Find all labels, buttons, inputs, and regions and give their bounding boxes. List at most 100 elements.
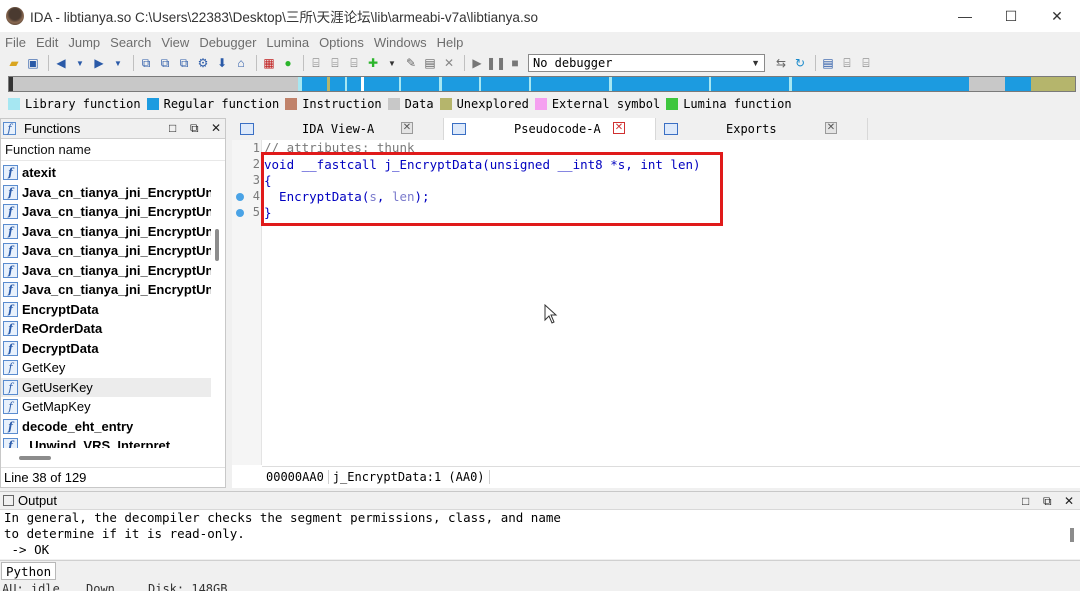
xref-dropdown-icon[interactable]: ▼ [384,55,400,71]
debug-options-icon[interactable]: ⇆ [773,55,789,71]
navigation-band[interactable] [8,76,1076,92]
tab-ida-view-a[interactable]: IDA View-A ✕ [232,118,444,140]
tab-label: Exports [726,122,777,136]
tab-pseudocode-a[interactable]: Pseudocode-A ✕ [444,118,656,140]
close-icon[interactable]: ✕ [401,122,413,134]
menu-lumina[interactable]: Lumina [261,35,314,50]
output-panel-title: Output [18,493,58,508]
tab-exports[interactable]: Exports ✕ [656,118,868,140]
segments-icon[interactable]: ▤ [820,55,836,71]
menu-view[interactable]: View [156,35,194,50]
status-direction: Down [86,582,115,591]
close-button[interactable]: ✕ [1034,0,1080,32]
close-icon[interactable]: ✕ [825,122,837,134]
panel-minimize-icon[interactable]: □ [1022,494,1029,508]
stop-icon[interactable]: ■ [507,55,523,71]
menu-options[interactable]: Options [314,35,369,50]
copy-icon[interactable]: ⧉ [138,55,154,71]
open-icon[interactable]: ▰ [6,55,22,71]
function-row[interactable]: f decode_eht_entry [1,417,211,437]
names-icon[interactable]: ⌸ [839,55,855,71]
nav-cursor-marker [9,77,13,91]
function-row[interactable]: f _Unwind_VRS_Interpret [1,436,211,448]
nav-segment-library [439,77,442,91]
graph-icon[interactable]: ⌂ [233,55,249,71]
function-row[interactable]: f EncryptData [1,300,211,320]
back-dropdown-icon[interactable]: ▼ [72,55,88,71]
menu-help[interactable]: Help [432,35,469,50]
scrollbar-thumb[interactable] [215,229,219,261]
function-name-column-header[interactable]: Function name [1,139,225,161]
function-row[interactable]: f Java_cn_tianya_jni_EncryptUni [1,241,211,261]
back-icon[interactable]: ◀ [53,55,69,71]
run-green-icon[interactable]: ● [280,55,296,71]
functions-horizontal-scrollbar[interactable] [19,456,51,460]
paste-icon[interactable]: ⧉ [157,55,173,71]
struct-icon[interactable]: ⌸ [327,55,343,71]
function-row[interactable]: f Java_cn_tianya_jni_EncryptUni [1,183,211,203]
function-row[interactable]: f Java_cn_tianya_jni_EncryptUni [1,280,211,300]
function-row[interactable]: f DecryptData [1,339,211,359]
minimize-button[interactable]: — [942,0,988,32]
panel-float-icon[interactable]: ⧉ [1043,494,1052,509]
panel-close-icon[interactable]: ✕ [211,121,221,135]
functions-panel-title: Functions [24,121,81,136]
function-row[interactable]: f Java_cn_tianya_jni_EncryptUni [1,261,211,281]
jump-down-icon[interactable]: ⬇ [214,55,230,71]
panel-close-icon[interactable]: ✕ [1064,494,1074,508]
attach-icon[interactable]: ↻ [792,55,808,71]
functions-panel: f Functions □ ⧉ ✕ Function name f atexit … [0,118,226,488]
function-row[interactable]: f GetKey [1,358,211,378]
breakpoint-dot-icon[interactable] [236,209,244,217]
nav-segment-library [479,77,481,91]
maximize-button[interactable]: ☐ [988,0,1034,32]
output-panel: Output □ ⧉ ✕ In general, the decompiler … [0,491,1080,559]
patch-icon[interactable]: ✎ [403,55,419,71]
cancel-icon[interactable]: ✕ [441,55,457,71]
forward-dropdown-icon[interactable]: ▼ [110,55,126,71]
proc-icon[interactable]: ⌸ [308,55,324,71]
python-button[interactable]: Python [1,562,57,580]
menu-file[interactable]: File [0,35,31,50]
functions-vertical-scrollbar[interactable] [213,163,221,448]
function-row-selected[interactable]: f GetUserKey [1,377,211,397]
find-icon[interactable]: ⧉ [176,55,192,71]
menu-windows[interactable]: Windows [369,35,432,50]
close-icon[interactable]: ✕ [613,122,625,134]
signatures-icon[interactable]: ⌸ [858,55,874,71]
menu-search[interactable]: Search [105,35,156,50]
toolbar-divider [815,55,816,71]
enum-icon[interactable]: ⌸ [346,55,362,71]
function-name: GetKey [22,360,66,376]
forward-icon[interactable]: ▶ [91,55,107,71]
debugger-select-value: No debugger [533,56,613,70]
save-icon[interactable]: ▣ [25,55,41,71]
menu-edit[interactable]: Edit [31,35,63,50]
function-row[interactable]: f Java_cn_tianya_jni_EncryptUni [1,222,211,242]
panel-minimize-icon[interactable]: □ [169,121,176,135]
function-row[interactable]: f atexit [1,163,211,183]
function-row[interactable]: f Java_cn_tianya_jni_EncryptUni [1,202,211,222]
mouse-cursor-icon [544,304,558,324]
status-bar: AU: idle Down Disk: 148GB [0,581,1080,591]
function-row[interactable]: f GetMapKey [1,397,211,417]
function-row[interactable]: f ReOrderData [1,319,211,339]
binary-search-icon[interactable]: ⚙ [195,55,211,71]
app-icon [6,7,24,25]
breakpoint-dot-icon[interactable] [236,193,244,201]
output-scrollbar-thumb[interactable] [1070,528,1074,542]
pseudocode-view[interactable]: 1 2 3 4 5 // attributes: thunk void __fa… [232,140,1080,488]
chart-icon[interactable]: ▤ [422,55,438,71]
menu-bar: File Edit Jump Search View Debugger Lumi… [0,32,1080,52]
status-disk: Disk: 148GB [148,582,228,591]
debugger-select[interactable]: No debugger ▼ [528,54,765,72]
menu-jump[interactable]: Jump [63,35,105,50]
pause-icon[interactable]: ❚❚ [486,55,506,71]
legend-item: Unexplored [439,97,529,111]
line-number: 3 [252,173,260,187]
play-icon[interactable]: ▶ [469,55,485,71]
xref-icon[interactable]: ✚ [365,55,381,71]
image-icon[interactable]: ▦ [261,55,277,71]
panel-float-icon[interactable]: ⧉ [190,121,199,136]
menu-debugger[interactable]: Debugger [194,35,261,50]
